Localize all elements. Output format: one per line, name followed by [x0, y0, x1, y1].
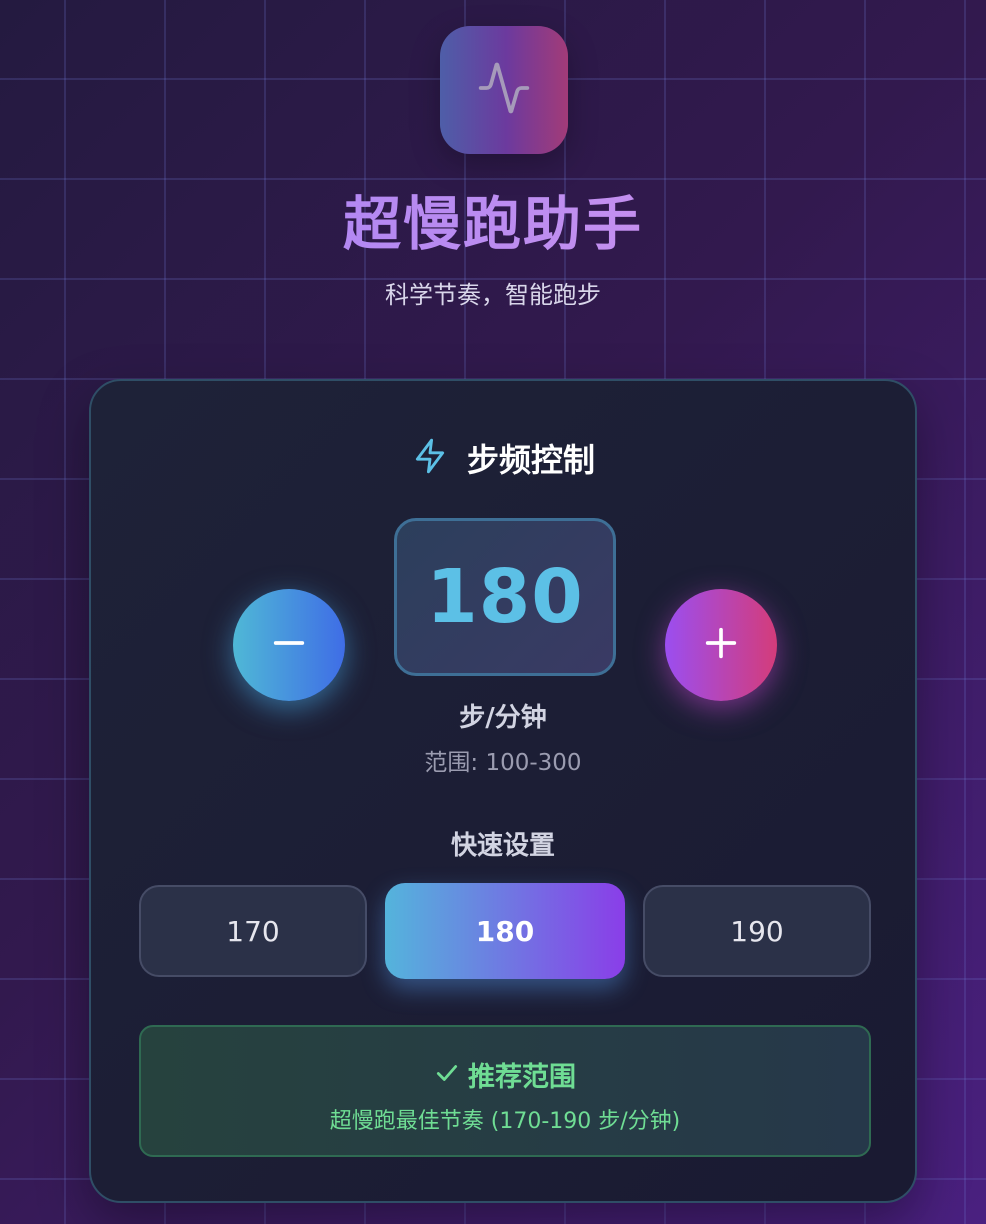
- card-title: 步频控制: [466, 441, 595, 479]
- recommended-range-description: 超慢跑最佳节奏 (170-190 步/分钟): [329, 1109, 681, 1134]
- app-subtitle: 科学节奏，智能跑步: [385, 281, 601, 309]
- decrease-cadence-button[interactable]: [233, 589, 345, 701]
- preset-button-180[interactable]: 180: [385, 883, 625, 979]
- increase-cadence-button[interactable]: [665, 589, 777, 701]
- activity-pulse-icon: [476, 60, 532, 120]
- cadence-range: 范围: 100-300: [424, 750, 582, 776]
- preset-button-190[interactable]: 190: [643, 885, 871, 977]
- checkmark-icon: [434, 1060, 460, 1090]
- minus-icon: [269, 623, 309, 667]
- cadence-value: 180: [426, 554, 584, 640]
- recommended-range-panel: 推荐范围 超慢跑最佳节奏 (170-190 步/分钟): [139, 1025, 871, 1157]
- card-header: 步频控制: [91, 437, 915, 479]
- recommended-range-header: 推荐范围: [141, 1055, 869, 1094]
- plus-icon: [701, 623, 741, 667]
- app-root: 超慢跑助手 科学节奏，智能跑步 步频控制 180 步/分钟 范围: 100-30…: [0, 0, 986, 1224]
- cadence-unit: 步/分钟: [459, 703, 547, 733]
- preset-button-170[interactable]: 170: [139, 885, 367, 977]
- lightning-icon: [411, 437, 449, 479]
- quick-settings-title: 快速设置: [450, 831, 555, 861]
- app-logo: [440, 26, 568, 154]
- cadence-value-display: 180: [394, 518, 616, 676]
- recommended-range-title: 推荐范围: [468, 1062, 576, 1093]
- cadence-control-card: 步频控制 180 步/分钟 范围: 100-300 快速设置 170 180 1…: [89, 379, 917, 1203]
- app-title: 超慢跑助手: [0, 186, 986, 262]
